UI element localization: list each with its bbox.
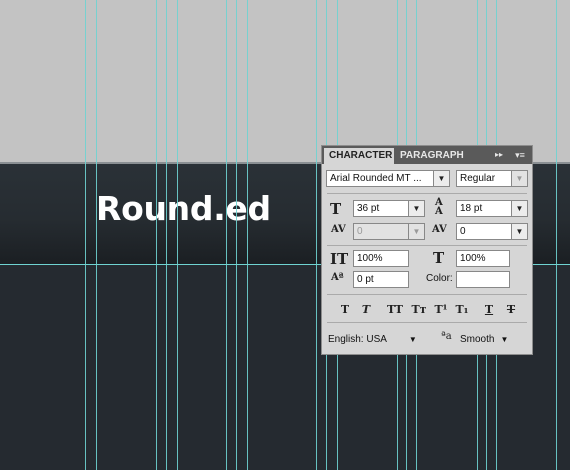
- canvas-text-layer[interactable]: Round.ed: [96, 189, 271, 228]
- baseline-shift-icon: Aª: [331, 272, 344, 283]
- chevron-down-icon[interactable]: ▼: [433, 171, 449, 186]
- chevron-down-icon: ▼: [500, 335, 509, 344]
- chevron-down-icon: ▼: [408, 335, 417, 344]
- font-family-select[interactable]: Arial Rounded MT ... ▼: [326, 170, 450, 187]
- color-swatch[interactable]: [456, 271, 510, 288]
- guide-vertical[interactable]: [556, 0, 557, 470]
- chevron-down-icon[interactable]: ▼: [511, 224, 527, 239]
- chevron-down-icon[interactable]: ▼: [408, 201, 424, 216]
- guide-vertical[interactable]: [236, 0, 237, 470]
- faux-italic-button[interactable]: T: [357, 303, 375, 317]
- font-size-value: 36 pt: [357, 203, 380, 214]
- horizontal-scale-field[interactable]: 100%: [456, 250, 510, 267]
- font-family-value: Arial Rounded MT ...: [330, 173, 422, 184]
- guide-vertical[interactable]: [177, 0, 178, 470]
- guide-vertical[interactable]: [166, 0, 167, 470]
- chevron-down-icon[interactable]: ▼: [408, 224, 424, 239]
- font-size-field[interactable]: 36 pt ▼: [353, 200, 425, 217]
- guide-vertical[interactable]: [316, 0, 317, 470]
- vertical-scale-field[interactable]: 100%: [353, 250, 409, 267]
- language-select[interactable]: English: USA ▼: [328, 332, 417, 348]
- divider: [327, 294, 527, 295]
- chevron-down-icon[interactable]: ▼: [511, 171, 527, 186]
- divider: [327, 193, 527, 194]
- horizontal-scale-value: 100%: [460, 253, 486, 264]
- panel-expand-icon[interactable]: ▸▸: [492, 149, 506, 161]
- font-style-select[interactable]: Regular ▼: [456, 170, 528, 187]
- chevron-down-icon[interactable]: ▼: [511, 201, 527, 216]
- vertical-scale-icon: IT: [330, 250, 349, 268]
- antialias-select[interactable]: Smooth ▼: [460, 332, 508, 348]
- baseline-shift-value: 0 pt: [357, 274, 374, 285]
- character-panel: CHARACTER PARAGRAPH ▸▸ ▾≡ Arial Rounded …: [321, 145, 533, 355]
- tracking-value: 0: [460, 226, 466, 237]
- leading-icon: AA: [435, 197, 443, 217]
- panel-menu-icon[interactable]: ▾≡: [512, 149, 528, 161]
- tracking-icon: AV: [432, 224, 447, 235]
- vertical-scale-value: 100%: [357, 253, 383, 264]
- font-style-value: Regular: [460, 173, 496, 184]
- superscript-button[interactable]: T¹: [431, 303, 451, 317]
- antialias-icon: ªa: [441, 331, 452, 342]
- horizontal-scale-icon: T: [433, 249, 445, 267]
- tab-character[interactable]: CHARACTER: [324, 148, 394, 164]
- divider: [327, 322, 527, 323]
- color-label: Color:: [426, 273, 453, 284]
- guide-vertical[interactable]: [85, 0, 86, 470]
- kerning-icon: AV: [331, 224, 346, 235]
- guide-vertical[interactable]: [226, 0, 227, 470]
- small-caps-button[interactable]: Tт: [408, 303, 430, 317]
- kerning-value: 0: [357, 226, 363, 237]
- all-caps-button[interactable]: TT: [384, 303, 406, 317]
- leading-field[interactable]: 18 pt ▼: [456, 200, 528, 217]
- subscript-button[interactable]: T₁: [452, 303, 472, 317]
- antialias-value: Smooth: [460, 334, 495, 345]
- guide-vertical[interactable]: [96, 0, 97, 470]
- faux-bold-button[interactable]: T: [336, 303, 354, 317]
- font-size-icon: T: [330, 200, 342, 218]
- tracking-field[interactable]: 0 ▼: [456, 223, 528, 240]
- kerning-field[interactable]: 0 ▼: [353, 223, 425, 240]
- tab-paragraph[interactable]: PARAGRAPH: [395, 148, 467, 164]
- divider: [327, 245, 527, 246]
- language-value: English: USA: [328, 334, 387, 345]
- panel-tab-bar: CHARACTER PARAGRAPH ▸▸ ▾≡: [322, 146, 532, 164]
- underline-button[interactable]: T: [480, 303, 498, 317]
- strikethrough-button[interactable]: T: [502, 303, 520, 317]
- guide-vertical[interactable]: [247, 0, 248, 470]
- guide-vertical[interactable]: [156, 0, 157, 470]
- leading-value: 18 pt: [460, 203, 483, 214]
- baseline-shift-field[interactable]: 0 pt: [353, 271, 409, 288]
